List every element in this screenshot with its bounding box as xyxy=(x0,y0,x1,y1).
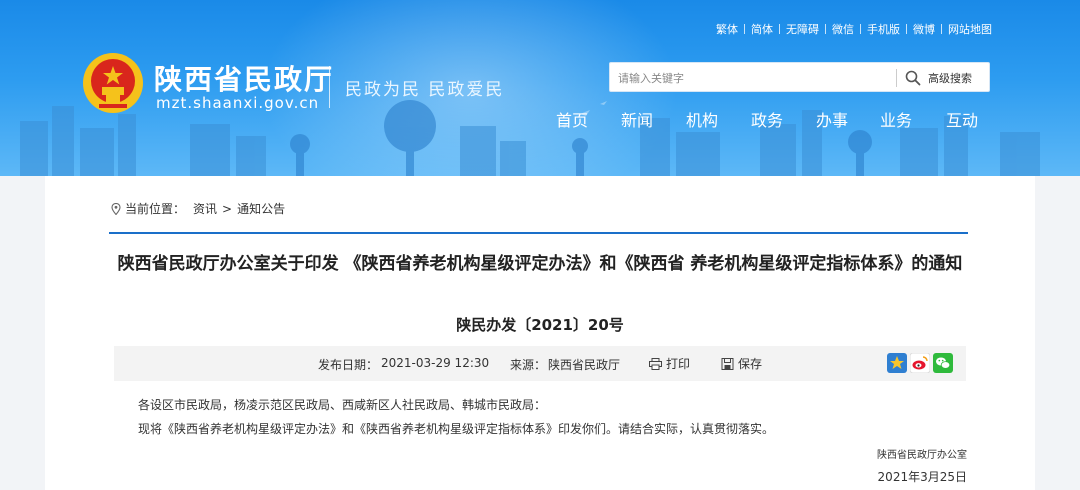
search-input[interactable] xyxy=(618,67,898,89)
nav-services[interactable]: 办事 xyxy=(800,107,864,131)
print-label: 打印 xyxy=(666,357,691,371)
top-link-separator xyxy=(906,24,907,34)
site-title: 陕西省民政厅 xyxy=(154,63,335,96)
signature-organization: 陕西省民政厅办公室 xyxy=(877,450,967,461)
article-meta-bar: 发布日期： 2021-03-29 12:30 来源： 陕西省民政厅 打印 保存 xyxy=(114,346,966,381)
search-divider xyxy=(896,69,897,87)
signature-date: 2021年3月25日 xyxy=(877,470,967,484)
print-button[interactable]: 打印 xyxy=(649,355,690,372)
top-link-sitemap[interactable]: 网站地图 xyxy=(948,21,992,37)
article-paragraph: 各设区市民政局，杨凌示范区民政局、西咸新区人社民政局、韩城市民政局： xyxy=(138,398,547,412)
national-emblem-icon xyxy=(83,53,143,113)
breadcrumb-label: 当前位置： xyxy=(125,202,186,216)
nav-organization[interactable]: 机构 xyxy=(670,107,734,131)
location-pin-icon xyxy=(111,202,121,215)
top-link-wechat[interactable]: 微信 xyxy=(832,21,854,37)
breadcrumb: 当前位置： 资讯 > 通知公告 xyxy=(111,200,285,217)
breadcrumb-underline xyxy=(109,232,968,234)
article-title: 陕西省民政厅办公室关于印发 《陕西省养老机构星级评定办法》和《陕西省 养老机构星… xyxy=(117,254,963,274)
top-link-simplified[interactable]: 简体 xyxy=(751,21,773,37)
breadcrumb-notices[interactable]: 通知公告 xyxy=(237,200,285,217)
share-buttons xyxy=(887,353,956,373)
document-number: 陕民办发〔2021〕20号 xyxy=(456,316,624,334)
source-value: 陕西省民政厅 xyxy=(548,358,621,372)
source-label: 来源： xyxy=(510,358,547,372)
article-paragraph: 现将《陕西省养老机构星级评定办法》和《陕西省养老机构星级评定指标体系》印发你们。… xyxy=(138,422,775,436)
breadcrumb-separator: > xyxy=(222,201,233,216)
nav-government-affairs[interactable]: 政务 xyxy=(735,107,799,131)
top-link-mobile[interactable]: 手机版 xyxy=(867,21,900,37)
printer-icon xyxy=(649,357,662,370)
publish-date: 2021-03-29 12:30 xyxy=(381,356,490,370)
top-link-separator xyxy=(779,24,780,34)
breadcrumb-news[interactable]: 资讯 xyxy=(193,200,217,217)
nav-news[interactable]: 新闻 xyxy=(605,107,669,131)
search-box: 高级搜索 xyxy=(609,62,990,92)
nav-home[interactable]: 首页 xyxy=(540,107,604,131)
top-link-separator xyxy=(860,24,861,34)
top-link-accessibility[interactable]: 无障碍 xyxy=(786,21,819,37)
publish-date-label: 发布日期： xyxy=(318,358,379,372)
search-icon[interactable] xyxy=(905,70,921,86)
advanced-search-link[interactable]: 高级搜索 xyxy=(928,70,972,86)
top-link-weibo[interactable]: 微博 xyxy=(913,21,935,37)
site-slogan: 民政为民 民政爱民 xyxy=(345,80,505,100)
save-icon xyxy=(721,357,734,370)
site-header: 陕西省民政厅 mzt.shaanxi.gov.cn 民政为民 民政爱民 繁体 简… xyxy=(0,0,1080,176)
weibo-icon[interactable] xyxy=(910,353,930,373)
share-favorite-icon[interactable] xyxy=(887,353,907,373)
nav-business[interactable]: 业务 xyxy=(864,107,928,131)
save-label: 保存 xyxy=(738,357,763,371)
title-divider xyxy=(329,66,330,108)
site-domain: mzt.shaanxi.gov.cn xyxy=(156,94,320,112)
article-container: 当前位置： 资讯 > 通知公告 陕西省民政厅办公室关于印发 《陕西省养老机构星级… xyxy=(45,176,1035,490)
top-links: 繁体 简体 无障碍 微信 手机版 微博 网站地图 xyxy=(716,21,992,37)
top-link-traditional[interactable]: 繁体 xyxy=(716,21,738,37)
wechat-icon[interactable] xyxy=(933,353,953,373)
top-link-separator xyxy=(825,24,826,34)
main-nav: 首页 新闻 机构 政务 办事 业务 互动 xyxy=(540,107,1000,131)
top-link-separator xyxy=(941,24,942,34)
save-button[interactable]: 保存 xyxy=(721,355,762,372)
nav-interaction[interactable]: 互动 xyxy=(930,107,994,131)
top-link-separator xyxy=(744,24,745,34)
